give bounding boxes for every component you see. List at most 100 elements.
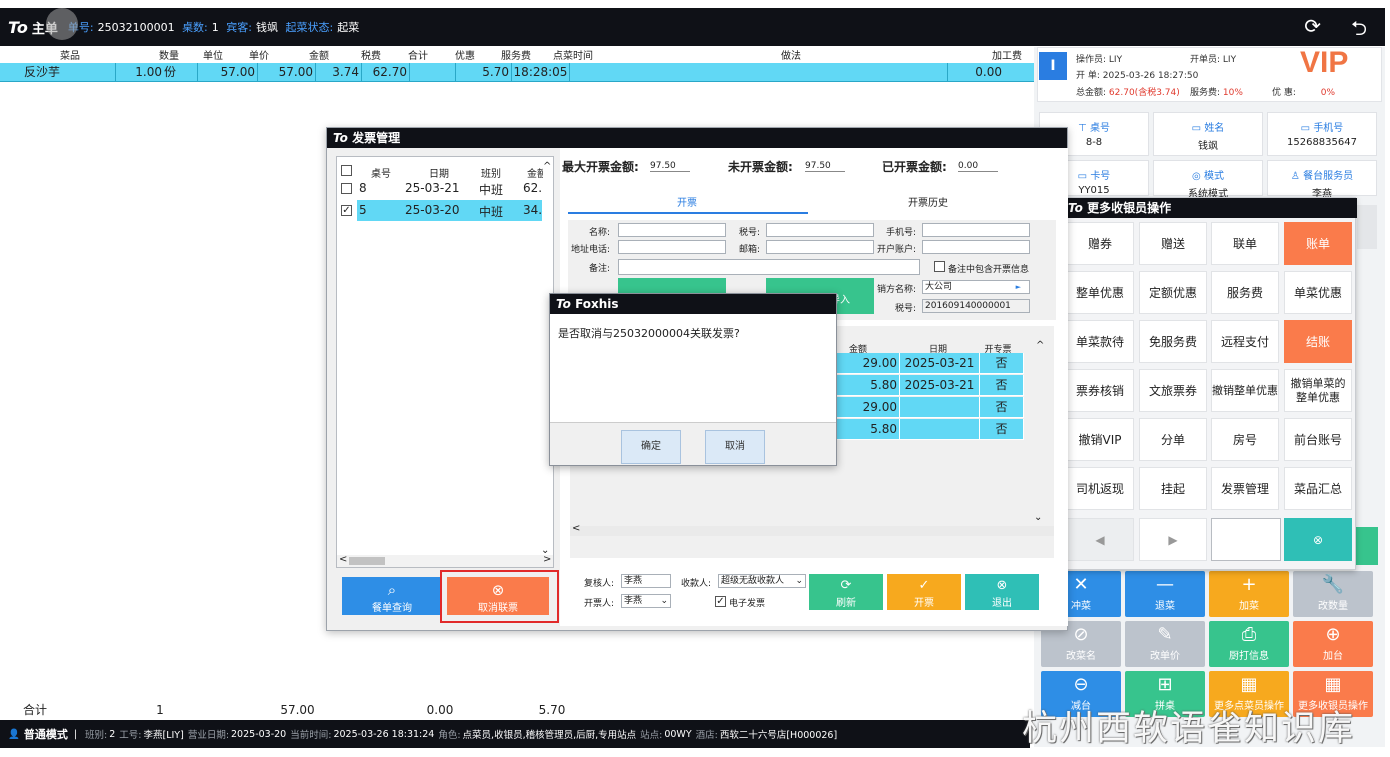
btn-hang-up[interactable]: 挂起 bbox=[1139, 467, 1207, 510]
name-input[interactable] bbox=[618, 223, 726, 237]
action-change-price[interactable]: ✎ 改单价 bbox=[1125, 621, 1205, 667]
exit-button[interactable]: ⊗ 退出 bbox=[965, 574, 1039, 610]
reviewer-input[interactable]: 李燕 bbox=[621, 574, 671, 588]
refresh-icon: ⟳ bbox=[840, 578, 852, 593]
grid-scroll-down-icon[interactable]: ⌄ bbox=[1034, 512, 1042, 523]
phone-label: 手机号: bbox=[885, 228, 916, 238]
tab-issue[interactable]: 开票 bbox=[677, 194, 697, 209]
action-add-table[interactable]: ⊕ 加台 bbox=[1293, 621, 1373, 667]
row-checkbox-checked[interactable]: ✓ bbox=[341, 205, 352, 216]
scroll-left-icon[interactable]: < bbox=[339, 554, 347, 565]
staff-label: 工号: bbox=[119, 730, 142, 741]
next-page-button[interactable]: ▶ bbox=[1139, 518, 1207, 561]
btn-dish-treat[interactable]: 单菜款待 bbox=[1066, 320, 1134, 363]
total-label: 合计 bbox=[22, 703, 47, 717]
side-partial-button bbox=[1357, 205, 1377, 249]
btn-split-bill[interactable]: 分单 bbox=[1139, 418, 1207, 461]
action-add-dish[interactable]: + 加菜 bbox=[1209, 571, 1289, 617]
grid-scroll-up-icon[interactable]: ^ bbox=[1036, 340, 1044, 351]
order-table-header: 菜品 数量 单位 单价 金额 税费 合计 优惠 服务费 点菜时间 做法 加工费 bbox=[0, 47, 1034, 63]
card-phone[interactable]: ▭ 手机号 15268835647 bbox=[1267, 112, 1377, 156]
btn-cancel-order-discount[interactable]: 撤销整单优惠 bbox=[1211, 369, 1279, 412]
select-all-checkbox[interactable] bbox=[341, 165, 352, 176]
email-input[interactable] bbox=[766, 240, 874, 254]
tab-history[interactable]: 开票历史 bbox=[908, 194, 948, 209]
scrollbar-thumb[interactable] bbox=[349, 557, 385, 565]
btn-invoice-manage[interactable]: 发票管理 bbox=[1211, 467, 1279, 510]
grid-scroll-left-icon[interactable]: < bbox=[572, 523, 580, 534]
einvoice-checkbox[interactable]: ✓ bbox=[715, 596, 726, 607]
btn-joint-bill[interactable]: 联单 bbox=[1211, 222, 1279, 265]
role-value: 点菜员,收银员,稽核管理员,后厨,专用站点 bbox=[462, 730, 637, 741]
opener-value: LIY bbox=[1222, 55, 1237, 65]
btn-driver-cashback[interactable]: 司机返现 bbox=[1066, 467, 1134, 510]
action-kitchen-print[interactable]: ⎙ 厨打信息 bbox=[1209, 621, 1289, 667]
back-icon[interactable]: ⮌ bbox=[1351, 14, 1367, 48]
btn-gift[interactable]: 赠送 bbox=[1139, 222, 1207, 265]
btn-order-discount[interactable]: 整单优惠 bbox=[1066, 271, 1134, 314]
btn-room-no[interactable]: 房号 bbox=[1211, 418, 1279, 461]
id-card-icon: ▭ bbox=[1191, 123, 1202, 134]
clear-button[interactable]: ⊗ bbox=[1284, 518, 1352, 561]
col-qty: 数量 bbox=[159, 51, 179, 62]
app-logo: To bbox=[8, 17, 28, 37]
guest-name: 钱飒 bbox=[256, 21, 278, 34]
tax-no-input[interactable] bbox=[766, 223, 874, 237]
grid-icon: ⊞ bbox=[1157, 674, 1173, 695]
payee-select[interactable]: 超级无敌收款人 ⌄ bbox=[718, 574, 806, 588]
cancel-button[interactable]: 取消 bbox=[705, 430, 765, 464]
pencil-icon: ✎ bbox=[1157, 624, 1173, 645]
seller-label: 销方名称: bbox=[876, 285, 916, 295]
grid-cell-date bbox=[900, 419, 980, 440]
order-info: 单号: 25032100001 桌数: 1 宾客: 钱飒 起菜状态: 起菜 bbox=[68, 19, 363, 35]
bank-label: 开户账户: bbox=[876, 245, 916, 255]
btn-front-desk-account[interactable]: 前台账号 bbox=[1284, 418, 1352, 461]
seller-select[interactable]: 大公司 ► bbox=[922, 280, 1030, 294]
refresh-icon[interactable]: ⟳ bbox=[1304, 14, 1321, 48]
btn-waive-service[interactable]: 免服务费 bbox=[1139, 320, 1207, 363]
action-return-dish[interactable]: — 退菜 bbox=[1125, 571, 1205, 617]
btn-dish-summary[interactable]: 菜品汇总 bbox=[1284, 467, 1352, 510]
btn-service-fee[interactable]: 服务费 bbox=[1211, 271, 1279, 314]
action-change-qty[interactable]: 🔧 改数量 bbox=[1293, 571, 1373, 617]
apps-icon: ▦ bbox=[1324, 674, 1342, 695]
btn-cancel-dish-order-discount[interactable]: 撤销单菜的整单优惠 bbox=[1284, 369, 1352, 412]
prev-page-button[interactable]: ◀ bbox=[1066, 518, 1134, 561]
now-label: 当前时间: bbox=[290, 730, 332, 741]
card-name[interactable]: ▭ 姓名 钱飒 bbox=[1153, 112, 1263, 156]
seller-tax-field: 201609140000001 bbox=[922, 299, 1030, 313]
list-row-shift: 中班 bbox=[479, 183, 504, 197]
scroll-up-icon[interactable]: ^ bbox=[543, 161, 551, 172]
cancel-link-invoice-button[interactable]: ⊗ 取消联票 bbox=[447, 577, 549, 615]
table-row[interactable]: 反沙芋 1.00 份 57.00 57.00 3.74 62.70 5.70 1… bbox=[0, 63, 1034, 82]
order-query-button[interactable]: ⌕ 餐单查询 bbox=[342, 577, 442, 615]
btn-remote-pay[interactable]: 远程支付 bbox=[1211, 320, 1279, 363]
confirm-button[interactable]: 确定 bbox=[621, 430, 681, 464]
bank-input[interactable] bbox=[922, 240, 1030, 254]
remark-input[interactable] bbox=[618, 259, 920, 275]
scroll-right-icon[interactable]: > bbox=[543, 554, 551, 565]
grid-horizontal-scrollbar[interactable] bbox=[570, 526, 1054, 536]
more-cashier-panel: To 更多收银员操作 赠券 赠送 联单 账单 整单优惠 定额优惠 服务费 单菜优… bbox=[1061, 197, 1357, 570]
btn-coupon-gift[interactable]: 赠券 bbox=[1066, 222, 1134, 265]
card-mode[interactable]: ◎ 模式 系统模式 bbox=[1153, 160, 1263, 200]
issuer-select[interactable]: 李燕 ⌄ bbox=[621, 594, 671, 608]
btn-voucher-verify[interactable]: 票券核销 bbox=[1066, 369, 1134, 412]
card-icon: ▭ bbox=[1077, 171, 1088, 182]
btn-checkout[interactable]: 结账 bbox=[1284, 320, 1352, 363]
address-input[interactable] bbox=[618, 240, 726, 254]
status-bar: 👤 普通模式 | 班别: 2 工号: 李燕[LIY] 营业日期: 2025-03-20… bbox=[0, 720, 1030, 748]
issue-invoice-button[interactable]: ✓ 开票 bbox=[887, 574, 961, 610]
btn-tourism-voucher[interactable]: 文旅票券 bbox=[1139, 369, 1207, 412]
row-checkbox[interactable] bbox=[341, 183, 352, 194]
cell-method bbox=[570, 63, 948, 81]
btn-fixed-discount[interactable]: 定额优惠 bbox=[1139, 271, 1207, 314]
remark-include-checkbox[interactable] bbox=[934, 261, 945, 272]
btn-dish-discount[interactable]: 单菜优惠 bbox=[1284, 271, 1352, 314]
btn-bill[interactable]: 账单 bbox=[1284, 222, 1352, 265]
btn-cancel-vip[interactable]: 撤销VIP bbox=[1066, 418, 1134, 461]
refresh-button[interactable]: ⟳ 刷新 bbox=[809, 574, 883, 610]
page-input[interactable] bbox=[1211, 518, 1281, 561]
card-waiter[interactable]: ♙ 餐台服务员 李燕 bbox=[1267, 160, 1377, 200]
phone-input[interactable] bbox=[922, 223, 1030, 237]
